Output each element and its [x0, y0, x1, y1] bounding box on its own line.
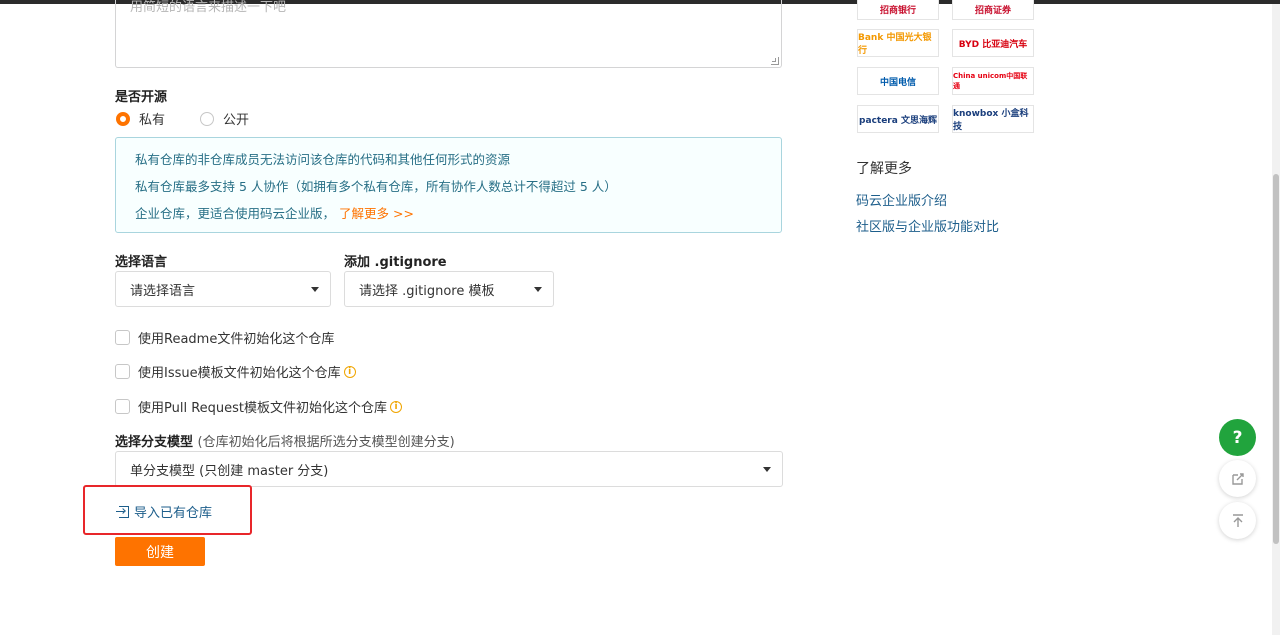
logo-ceb-bank: Bank 中国光大银行	[857, 29, 939, 57]
logo-pactera-text: pactera 文思海辉	[859, 115, 937, 126]
gitignore-select-value: 请选择 .gitignore 模板	[359, 283, 495, 299]
language-select-value: 请选择语言	[130, 283, 196, 299]
import-repo-link[interactable]: 导入已有仓库	[116, 502, 212, 521]
learn-more-title: 了解更多	[856, 161, 912, 177]
branch-model-select[interactable]: 单分支模型 (只创建 master 分支)	[115, 451, 783, 487]
logo-cmb-text: 招商银行	[879, 6, 916, 16]
back-to-top-button[interactable]	[1219, 502, 1256, 539]
edition-compare-link[interactable]: 社区版与企业版功能对比	[856, 216, 999, 235]
private-repo-notice: 私有仓库的非仓库成员无法访问该仓库的代码和其他任何形式的资源 私有仓库最多支持 …	[115, 137, 782, 233]
description-textarea[interactable]: 用简短的语言来描述一下吧	[115, 0, 782, 68]
radio-public[interactable]: 公开	[200, 109, 249, 128]
issue-template-option[interactable]: 使用Issue模板文件初始化这个仓库 i	[115, 362, 356, 381]
chevron-down-icon	[534, 287, 542, 292]
radio-public-label: 公开	[223, 113, 250, 128]
logo-knowbox: knowbox 小盒科技	[952, 105, 1034, 133]
readme-option-label: 使用Readme文件初始化这个仓库	[138, 332, 335, 347]
readme-option[interactable]: 使用Readme文件初始化这个仓库	[115, 328, 334, 347]
logo-china-telecom: 中国电信	[857, 67, 939, 95]
readme-checkbox[interactable]	[115, 330, 130, 345]
help-button[interactable]: ?	[1219, 419, 1256, 456]
branch-model-title: 选择分支模型	[115, 435, 194, 450]
logo-telecom-text: 中国电信	[879, 77, 916, 88]
info-icon[interactable]: i	[390, 400, 403, 413]
pr-template-option-label: 使用Pull Request模板文件初始化这个仓库	[138, 401, 388, 416]
logo-pactera: pactera 文思海辉	[857, 105, 939, 133]
logo-cmbchina-securities: 招商证券	[952, 0, 1034, 20]
notice-line-3: 企业仓库，更适合使用码云企业版， 了解更多 >>	[135, 206, 762, 233]
language-label: 选择语言	[115, 255, 168, 270]
language-select[interactable]: 请选择语言	[115, 271, 331, 307]
description-placeholder: 用简短的语言来描述一下吧	[130, 0, 287, 15]
issue-template-option-label: 使用Issue模板文件初始化这个仓库	[138, 366, 341, 381]
resize-grip-icon[interactable]	[771, 57, 779, 65]
logo-byd: BYD 比亚迪汽车	[952, 29, 1034, 57]
import-repo-label: 导入已有仓库	[134, 506, 213, 521]
create-button[interactable]: 创建	[115, 537, 205, 566]
learn-more-link[interactable]: 了解更多 >>	[339, 206, 414, 221]
logo-unicom-text: China unicom中国联通	[953, 72, 1028, 90]
info-icon[interactable]: i	[343, 365, 356, 378]
help-icon: ?	[1232, 427, 1243, 448]
radio-private[interactable]: 私有	[116, 109, 165, 128]
import-icon	[116, 505, 130, 519]
scrollbar[interactable]	[1272, 4, 1280, 635]
radio-private-indicator[interactable]	[116, 111, 130, 126]
logo-cmb: 招商银行	[857, 0, 939, 20]
chevron-down-icon	[763, 467, 771, 472]
branch-model-hint: (仓库初始化后将根据所选分支模型创建分支)	[197, 435, 455, 450]
scrollbar-thumb[interactable]	[1273, 174, 1279, 544]
gitignore-label: 添加 .gitignore	[344, 255, 447, 270]
enterprise-intro-link[interactable]: 码云企业版介绍	[856, 190, 947, 209]
logo-knowbox-text: knowbox 小盒科技	[953, 109, 1029, 132]
logo-china-unicom: China unicom中国联通	[952, 67, 1034, 95]
issue-template-checkbox[interactable]	[115, 364, 130, 379]
gitignore-select[interactable]: 请选择 .gitignore 模板	[344, 271, 554, 307]
arrow-up-icon	[1232, 513, 1243, 527]
logo-ceb-text: Bank 中国光大银行	[858, 33, 932, 56]
edit-share-icon	[1231, 472, 1244, 485]
pr-template-checkbox[interactable]	[115, 399, 130, 414]
notice-line-1: 私有仓库的非仓库成员无法访问该仓库的代码和其他任何形式的资源	[135, 152, 511, 167]
chevron-down-icon	[311, 287, 319, 292]
branch-model-label: 选择分支模型 (仓库初始化后将根据所选分支模型创建分支)	[115, 431, 455, 450]
branch-model-select-value: 单分支模型 (只创建 master 分支)	[130, 463, 329, 479]
feedback-button[interactable]	[1219, 460, 1256, 497]
logo-securities-text: 招商证券	[974, 6, 1011, 16]
notice-line-2: 私有仓库最多支持 5 人协作（如拥有多个私有仓库，所有协作人数总计不得超过 5 …	[135, 179, 617, 194]
visibility-label: 是否开源	[115, 90, 168, 105]
logo-byd-text: BYD 比亚迪汽车	[958, 39, 1028, 50]
radio-private-label: 私有	[139, 113, 166, 128]
pr-template-option[interactable]: 使用Pull Request模板文件初始化这个仓库 i	[115, 397, 403, 416]
notice-line-3-text: 企业仓库，更适合使用码云企业版，	[135, 206, 336, 221]
radio-public-indicator[interactable]	[200, 111, 214, 126]
